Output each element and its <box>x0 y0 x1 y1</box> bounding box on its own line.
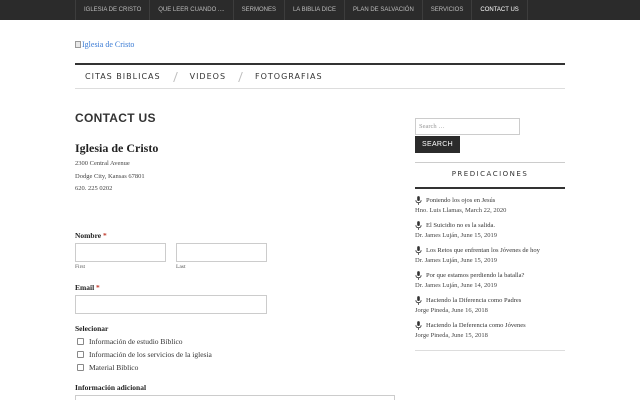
name-label: Nombre * <box>75 231 107 240</box>
list-item: Por que estamos perdiendo la batalla? Dr… <box>415 271 575 289</box>
email-input[interactable] <box>75 295 267 314</box>
post-link[interactable]: Haciendo la Deferencia como Jóvenes <box>415 321 575 330</box>
broken-image-icon <box>75 41 81 48</box>
list-item: Haciendo la Diferencia como Padres Jorge… <box>415 296 575 314</box>
first-name-input[interactable] <box>75 243 166 262</box>
first-sublabel: First <box>75 264 86 270</box>
microphone-icon <box>415 296 422 305</box>
microphone-icon <box>415 321 422 330</box>
last-sublabel: Last <box>176 264 186 270</box>
top-nav-item-servicios[interactable]: SERVICIOS <box>423 0 473 20</box>
post-link[interactable]: Haciendo la Diferencia como Padres <box>415 296 575 305</box>
post-meta: Dr. James Luján, June 15, 2019 <box>415 257 497 264</box>
post-meta: Hno. Luis Llamas, March 22, 2020 <box>415 207 507 214</box>
logo-alt-text: Iglesia de Cristo <box>82 40 135 49</box>
widget-title: PREDICACIONES <box>451 170 529 178</box>
required-mark: * <box>96 283 100 292</box>
additional-info-label: Información adicional <box>75 383 147 392</box>
secondary-nav-citas-biblicas[interactable]: CITAS BIBLICAS <box>85 72 161 81</box>
top-nav-item-biblia-dice[interactable]: LA BIBLIA DICE <box>285 0 345 20</box>
list-item: Los Retos que enfrentan los Jóvenes de h… <box>415 246 575 264</box>
nav-separator <box>238 71 243 82</box>
microphone-icon <box>415 196 422 205</box>
page-title: CONTACT US <box>75 111 156 125</box>
phone-number: 620. 225 0202 <box>75 185 113 192</box>
list-item: El Suicidio no es la salida. Dr. James L… <box>415 221 575 239</box>
microphone-icon <box>415 221 422 230</box>
address-line-1: 2300 Central Avenue <box>75 160 130 167</box>
option-material-biblico[interactable]: Material Bíblico <box>77 363 138 372</box>
microphone-icon <box>415 246 422 255</box>
checkbox[interactable] <box>77 351 84 358</box>
divider <box>415 350 565 351</box>
option-servicios-iglesia[interactable]: Información de los servicios de la igles… <box>77 350 212 359</box>
post-link[interactable]: Poniendo los ojos en Jesús <box>415 196 575 205</box>
additional-info-textarea[interactable] <box>75 395 395 400</box>
address-line-2: Dodge City, Kansas 67801 <box>75 173 145 180</box>
microphone-icon <box>415 271 422 280</box>
secondary-nav-fotografias[interactable]: FOTOGRAFIAS <box>255 72 323 81</box>
nav-separator <box>172 71 178 82</box>
post-meta: Dr. James Luján, June 15, 2019 <box>415 232 497 239</box>
checkbox[interactable] <box>77 364 84 371</box>
top-nav-item-contact-us[interactable]: CONTACT US <box>472 0 528 20</box>
site-logo[interactable]: Iglesia de Cristo <box>75 40 134 49</box>
list-item: Poniendo los ojos en Jesús Hno. Luis Lla… <box>415 196 575 214</box>
post-link[interactable]: Por que estamos perdiendo la batalla? <box>415 271 575 280</box>
top-nav-item-plan-salvacion[interactable]: PLAN DE SALVACIÓN <box>345 0 423 20</box>
post-meta: Jorge Pineda, June 15, 2018 <box>415 332 488 339</box>
last-name-input[interactable] <box>176 243 267 262</box>
list-item: Haciendo la Deferencia como Jóvenes Jorg… <box>415 321 575 339</box>
search-button[interactable]: SEARCH <box>415 136 460 153</box>
divider <box>415 187 565 189</box>
checkbox[interactable] <box>77 338 84 345</box>
top-nav-item-que-leer[interactable]: QUE LEER CUANDO .... <box>150 0 234 20</box>
post-meta: Dr. James Luján, June 14, 2019 <box>415 282 497 289</box>
post-meta: Jorge Pineda, June 16, 2018 <box>415 307 488 314</box>
post-link[interactable]: El Suicidio no es la salida. <box>415 221 575 230</box>
top-nav: IGLESIA DE CRISTO QUE LEER CUANDO .... S… <box>75 0 528 20</box>
org-name: Iglesia de Cristo <box>75 141 159 155</box>
option-estudio-biblico[interactable]: Información de estudio Bíblico <box>77 337 183 346</box>
post-link[interactable]: Los Retos que enfrentan los Jóvenes de h… <box>415 246 575 255</box>
top-bar: IGLESIA DE CRISTO QUE LEER CUANDO .... S… <box>0 0 640 20</box>
secondary-nav-videos[interactable]: VIDEOS <box>190 72 226 81</box>
secondary-nav: CITAS BIBLICAS VIDEOS FOTOGRAFIAS <box>75 63 565 89</box>
email-label: Email * <box>75 283 100 292</box>
select-label: Selecionar <box>75 324 109 333</box>
divider <box>415 162 565 163</box>
top-nav-item-iglesia[interactable]: IGLESIA DE CRISTO <box>76 0 151 20</box>
top-nav-item-sermones[interactable]: SERMONES <box>234 0 285 20</box>
search-input[interactable]: Search … <box>415 118 520 135</box>
required-mark: * <box>102 231 107 240</box>
